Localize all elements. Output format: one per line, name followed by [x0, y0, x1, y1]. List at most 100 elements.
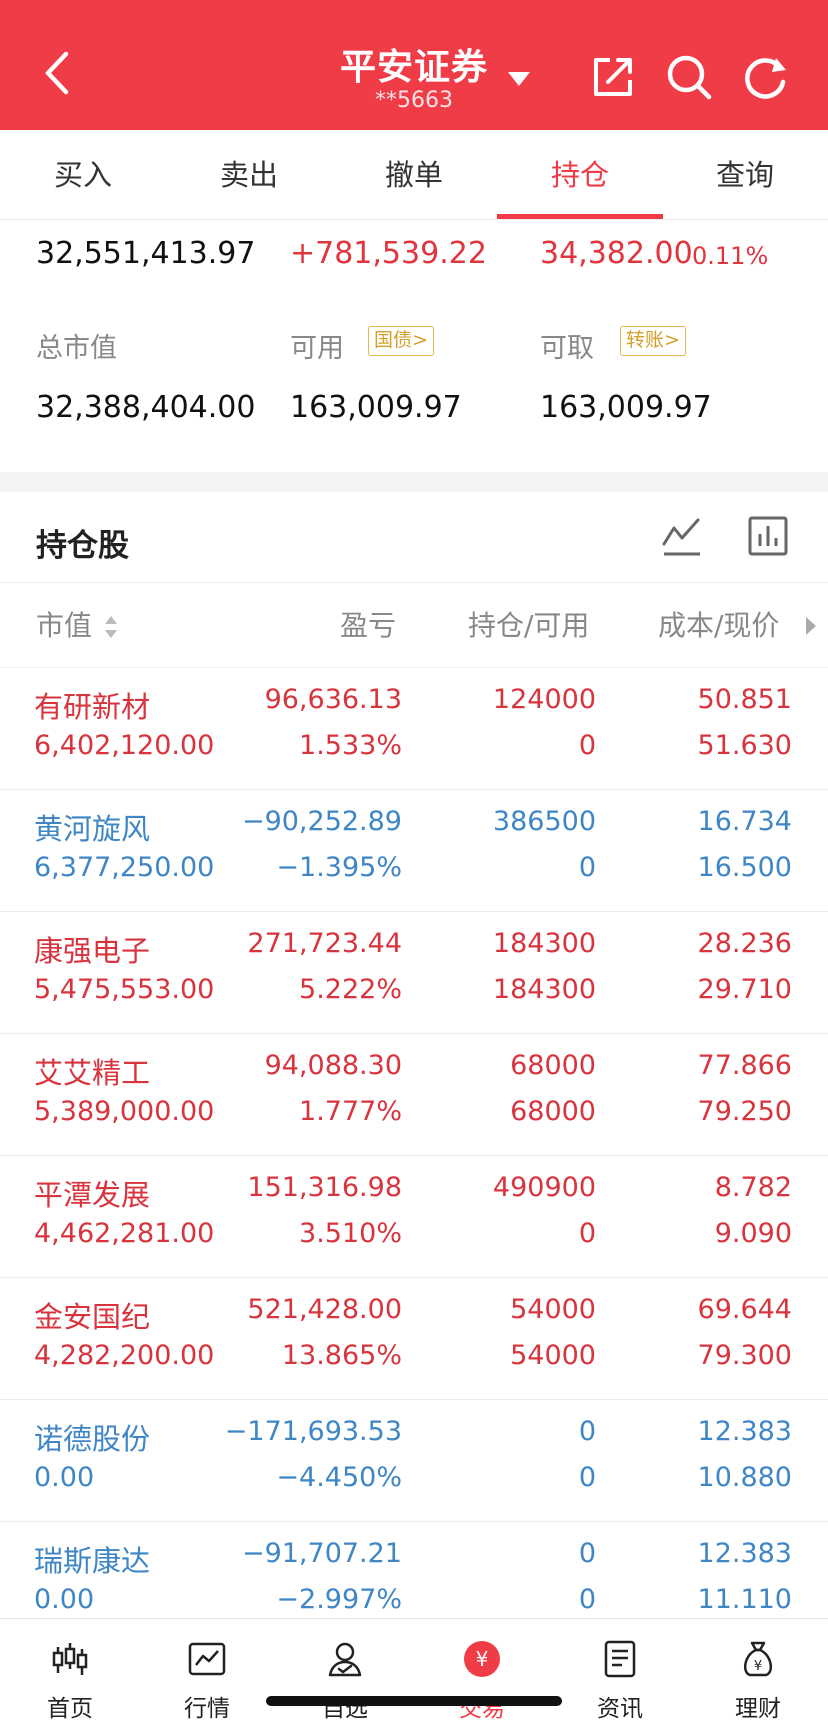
column-position[interactable]: 持仓/可用	[468, 583, 589, 669]
yuan-icon: ¥	[464, 1641, 500, 1677]
stock-cost: 69.644	[697, 1294, 792, 1325]
search-icon[interactable]	[664, 52, 714, 102]
stock-name: 平潭发展	[34, 1178, 151, 1212]
stock-pnl-percent: −4.450%	[276, 1462, 402, 1493]
candlestick-icon	[52, 1643, 88, 1675]
tab-query[interactable]: 查询	[662, 130, 828, 220]
refresh-icon[interactable]	[740, 52, 790, 102]
caret-down-icon[interactable]	[506, 70, 532, 88]
stock-price: 51.630	[697, 730, 792, 761]
stock-available: 0	[578, 852, 596, 883]
stock-name: 瑞斯康达	[34, 1544, 151, 1578]
stock-holding: 490900	[492, 1172, 596, 1203]
sort-icon	[104, 616, 117, 638]
treasury-bond-button[interactable]: 国债>	[368, 326, 434, 356]
stock-pnl: −91,707.21	[241, 1538, 402, 1569]
stock-market-value: 6,377,250.00	[34, 852, 215, 883]
tabbar-label: 理财	[735, 1696, 781, 1722]
stock-cost: 50.851	[697, 684, 792, 715]
stock-holding: 124000	[492, 684, 596, 715]
bar-chart-icon[interactable]	[746, 514, 790, 558]
today-pnl-percent: 0.11%	[692, 242, 769, 270]
holding-row[interactable]: 艾艾精工 5,389,000.00 94,088.30 1.777% 68000…	[0, 1034, 828, 1156]
column-market-value[interactable]: 市值	[36, 583, 119, 669]
stock-available: 184300	[492, 974, 596, 1005]
active-tab-indicator	[497, 214, 663, 219]
stock-market-value: 0.00	[34, 1584, 95, 1615]
stock-price: 9.090	[714, 1218, 792, 1249]
tabbar-trade[interactable]: ¥ 交易	[422, 1619, 542, 1724]
stock-holding: 184300	[492, 928, 596, 959]
chart-icon	[188, 1642, 226, 1676]
holding-row[interactable]: 黄河旋风 6,377,250.00 −90,252.89 −1.395% 386…	[0, 790, 828, 912]
svg-text:¥: ¥	[476, 1647, 489, 1671]
tabbar-market[interactable]: 行情	[147, 1619, 267, 1724]
document-icon	[604, 1640, 636, 1678]
trade-tabs: 买入 卖出 撤单 持仓 查询	[0, 130, 828, 220]
available-label: 可用	[290, 333, 344, 364]
holding-row[interactable]: 诺德股份 0.00 −171,693.53 −4.450% 0 0 12.383…	[0, 1400, 828, 1522]
withdrawable-label: 可取	[540, 333, 594, 364]
tab-buy[interactable]: 买入	[0, 130, 166, 220]
tab-sell[interactable]: 卖出	[166, 130, 332, 220]
stock-pnl-percent: 3.510%	[299, 1218, 402, 1249]
tabbar-news[interactable]: 资讯	[560, 1619, 680, 1724]
market-value: 32,388,404.00	[36, 390, 256, 425]
bottom-tab-bar: 首页 行情 自选 ¥ 交易 资讯 ¥ 理财	[0, 1618, 828, 1724]
column-cost-price[interactable]: 成本/现价	[658, 583, 779, 669]
holding-row[interactable]: 平潭发展 4,462,281.00 151,316.98 3.510% 4909…	[0, 1156, 828, 1278]
market-value-label: 总市值	[36, 333, 117, 364]
stock-available: 0	[578, 730, 596, 761]
home-indicator[interactable]	[266, 1696, 562, 1706]
today-pnl-value: 34,382.00	[540, 236, 693, 271]
stock-pnl-percent: 1.533%	[299, 730, 402, 761]
column-pnl[interactable]: 盈亏	[340, 583, 396, 669]
holding-row[interactable]: 有研新材 6,402,120.00 96,636.13 1.533% 12400…	[0, 668, 828, 790]
account-summary: 32,551,413.97 +781,539.22 34,382.00 0.11…	[0, 220, 828, 472]
user-check-icon	[328, 1642, 362, 1677]
stock-pnl-percent: −1.395%	[276, 852, 402, 883]
stock-market-value: 0.00	[34, 1462, 95, 1493]
stock-holding: 54000	[510, 1294, 596, 1325]
stock-pnl: 521,428.00	[247, 1294, 402, 1325]
tab-positions[interactable]: 持仓	[497, 130, 663, 220]
app-header: 平安证券 **5663	[0, 0, 828, 130]
transfer-button[interactable]: 转账>	[620, 326, 686, 356]
tab-cancel-order[interactable]: 撤单	[331, 130, 497, 220]
tabbar-watchlist[interactable]: 自选	[285, 1619, 405, 1724]
tabbar-label: 交易	[459, 1696, 505, 1722]
scroll-right-icon[interactable]	[804, 615, 818, 637]
line-chart-icon[interactable]	[660, 514, 704, 558]
available-value: 163,009.97	[290, 390, 462, 425]
holdings-title: 持仓股	[36, 528, 129, 564]
stock-pnl: 151,316.98	[247, 1172, 402, 1203]
stock-market-value: 4,282,200.00	[34, 1340, 215, 1371]
stock-available: 0	[578, 1584, 596, 1615]
stock-market-value: 4,462,281.00	[34, 1218, 215, 1249]
holding-row[interactable]: 金安国纪 4,282,200.00 521,428.00 13.865% 540…	[0, 1278, 828, 1400]
stock-name: 黄河旋风	[34, 812, 151, 846]
stock-name: 金安国纪	[34, 1300, 151, 1334]
stock-cost: 12.383	[697, 1538, 792, 1569]
section-divider	[0, 472, 828, 492]
total-assets-value: 32,551,413.97	[36, 236, 256, 271]
tabbar-label: 首页	[47, 1696, 93, 1722]
tabbar-wealth[interactable]: ¥ 理财	[698, 1619, 818, 1724]
svg-text:¥: ¥	[754, 1659, 762, 1674]
holding-row[interactable]: 瑞斯康达 0.00 −91,707.21 −2.997% 0 0 12.383 …	[0, 1522, 828, 1618]
tabbar-home[interactable]: 首页	[10, 1619, 130, 1724]
stock-available: 54000	[510, 1340, 596, 1371]
stock-pnl-percent: 5.222%	[299, 974, 402, 1005]
stock-pnl-percent: 13.865%	[281, 1340, 402, 1371]
stock-pnl: −171,693.53	[224, 1416, 402, 1447]
stock-market-value: 5,475,553.00	[34, 974, 215, 1005]
holdings-list: 有研新材 6,402,120.00 96,636.13 1.533% 12400…	[0, 668, 828, 1618]
stock-available: 0	[578, 1218, 596, 1249]
stock-price: 29.710	[697, 974, 792, 1005]
stock-cost: 28.236	[697, 928, 792, 959]
stock-cost: 77.866	[697, 1050, 792, 1081]
share-icon[interactable]	[588, 52, 638, 102]
stock-available: 0	[578, 1462, 596, 1493]
stock-pnl-percent: 1.777%	[299, 1096, 402, 1127]
holding-row[interactable]: 康强电子 5,475,553.00 271,723.44 5.222% 1843…	[0, 912, 828, 1034]
